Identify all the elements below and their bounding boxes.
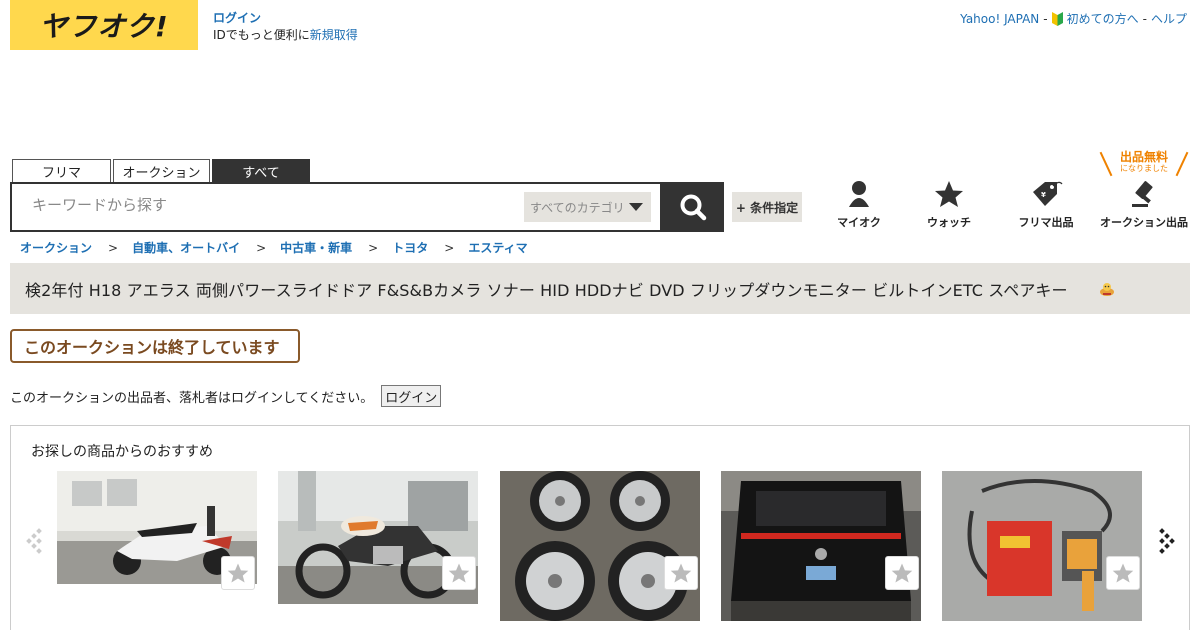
signup-prompt: IDでもっと便利に新規取得 [213, 27, 358, 44]
top-links: Yahoo! JAPAN - 初めての方へ - ヘルプ [960, 10, 1187, 27]
chevron-down-icon [629, 203, 643, 211]
auction-ended-banner: このオークションは終了しています [10, 329, 300, 363]
breadcrumb-vehicles[interactable]: 自動車、オートバイ [132, 239, 240, 256]
nav-watch-label: ウォッチ [927, 216, 971, 229]
search-tabs: フリマ オークション すべて [12, 159, 310, 182]
login-note-text: このオークションの出品者、落札者はログインしてください。 [10, 390, 374, 406]
nav-flea-label: フリマ出品 [1018, 216, 1074, 229]
watch-button[interactable] [442, 556, 476, 590]
star-icon [227, 563, 249, 583]
login-link[interactable]: ログイン [213, 10, 358, 27]
link-separator: - [1043, 11, 1048, 26]
carousel-prev-icon[interactable] [25, 526, 45, 556]
breadcrumb-separator: > [256, 240, 267, 255]
signup-prefix: IDでもっと便利に [213, 28, 310, 42]
free-badge-sub: になりました [1120, 164, 1168, 173]
welder-photo [942, 471, 1142, 621]
help-link[interactable]: ヘルプ [1151, 10, 1187, 27]
recommended-item[interactable] [942, 471, 1142, 621]
beginner-mark-icon [1051, 11, 1063, 26]
condition-button[interactable]: + 条件指定 [732, 192, 802, 222]
search-box: すべてのカテゴリ [10, 182, 662, 232]
watch-button[interactable] [885, 556, 919, 590]
yahoo-japan-link[interactable]: Yahoo! JAPAN [960, 12, 1039, 26]
breadcrumb-separator: > [444, 240, 455, 255]
star-icon [448, 563, 470, 583]
recommendations-panel: お探しの商品からのおすすめ [10, 425, 1190, 630]
logo-text: ヤフオク! [39, 10, 169, 43]
svg-text:¥: ¥ [1041, 191, 1046, 199]
nav-myauc-label: マイオク [837, 216, 881, 229]
carousel-next-icon[interactable] [1156, 526, 1176, 556]
login-note: このオークションの出品者、落札者はログインしてください。 ログイン [10, 385, 442, 407]
price-tag-icon: ¥ [1033, 181, 1063, 206]
star-icon [1112, 563, 1134, 583]
breadcrumb-separator: > [108, 240, 119, 255]
breadcrumb-estima[interactable]: エスティマ [468, 239, 527, 256]
nav-flea-listing[interactable]: ¥ フリマ出品 [1006, 180, 1086, 230]
search-button[interactable] [662, 182, 724, 232]
tab-flea[interactable]: フリマ [12, 159, 111, 182]
watch-button[interactable] [664, 556, 698, 590]
breadcrumb-separator: > [368, 240, 379, 255]
tab-auction[interactable]: オークション [113, 159, 210, 182]
gavel-icon [1132, 181, 1153, 207]
seller-badge-icon [1099, 282, 1114, 296]
signup-link[interactable]: 新規取得 [310, 28, 358, 42]
item-title-bar: 検2年付 H18 アエラス 両側パワースライドドア F&S&Bカメラ ソナー H… [10, 263, 1190, 314]
recommended-item[interactable] [278, 471, 478, 621]
watch-button[interactable] [1106, 556, 1140, 590]
person-icon [849, 181, 869, 207]
recommendations-title: お探しの商品からのおすすめ [31, 444, 213, 460]
nav-watch[interactable]: ウォッチ [909, 180, 989, 230]
breadcrumb-auction[interactable]: オークション [20, 239, 92, 256]
category-select-value: すべてのカテゴリ [530, 200, 625, 215]
category-select[interactable]: すべてのカテゴリ [524, 192, 651, 222]
first-time-link[interactable]: 初めての方へ [1067, 10, 1139, 27]
breadcrumb-used-cars[interactable]: 中古車・新車 [280, 239, 352, 256]
nav-auction-listing[interactable]: オークション出品 [1100, 180, 1188, 230]
yahuoku-logo[interactable]: ヤフオク! [10, 0, 198, 50]
nav-auction-label: オークション出品 [1100, 216, 1188, 229]
login-button[interactable]: ログイン [381, 385, 442, 407]
star-icon [935, 181, 963, 207]
minivan-rear-photo [721, 471, 921, 621]
breadcrumb: オークション > 自動車、オートバイ > 中古車・新車 > トヨタ > エスティ… [20, 239, 528, 256]
tab-all[interactable]: すべて [212, 159, 310, 182]
item-title: 検2年付 H18 アエラス 両側パワースライドドア F&S&Bカメラ ソナー H… [25, 280, 1068, 300]
star-icon [891, 563, 913, 583]
free-badge-main: 出品無料 [1119, 150, 1168, 164]
login-area: ログイン IDでもっと便利に新規取得 [213, 10, 358, 44]
search-icon [680, 194, 707, 221]
wheels-photo [500, 471, 700, 621]
recommended-item[interactable] [57, 471, 257, 621]
breadcrumb-toyota[interactable]: トヨタ [392, 239, 428, 256]
recommended-item[interactable] [721, 471, 921, 621]
nav-myauc[interactable]: マイオク [819, 180, 899, 230]
watch-button[interactable] [221, 556, 255, 590]
recommended-item[interactable] [500, 471, 700, 621]
search-input[interactable] [32, 196, 512, 214]
star-icon [670, 563, 692, 583]
link-separator: - [1142, 11, 1147, 26]
free-listing-badge: 出品無料 になりました [1099, 150, 1189, 177]
